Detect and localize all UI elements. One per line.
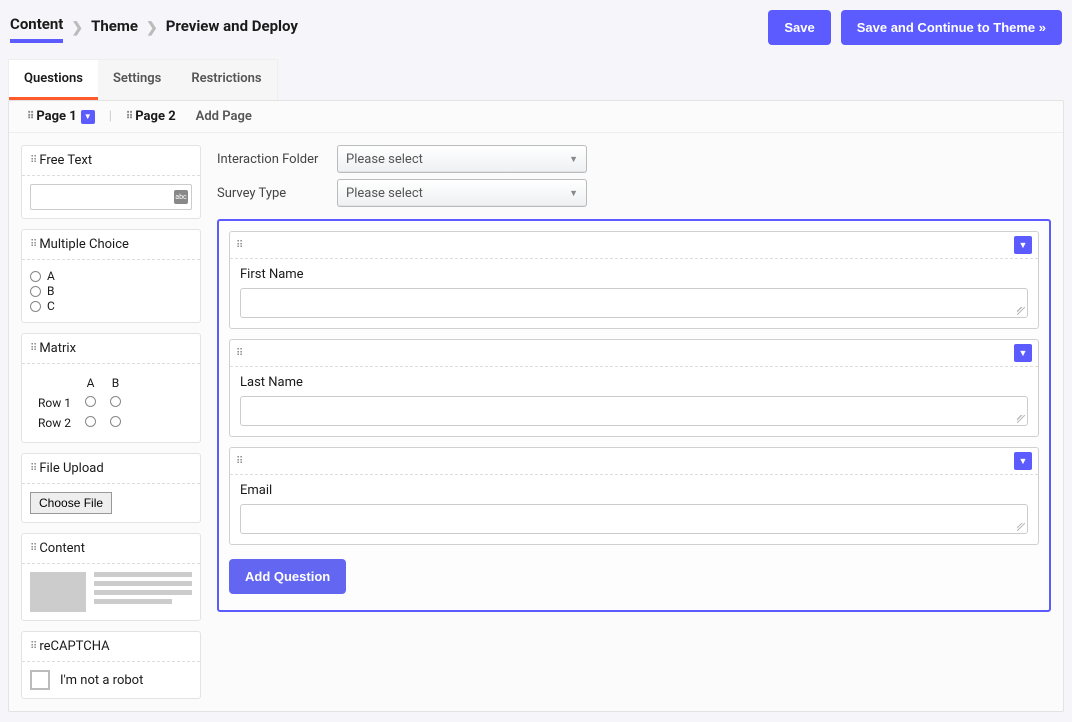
palette-item-title: Matrix — [39, 341, 76, 356]
recaptcha-label: I'm not a robot — [60, 673, 143, 688]
form-area: Interaction Folder Please select ▼ Surve… — [217, 145, 1051, 699]
breadcrumbs: Content ❯ Theme ❯ Preview and Deploy — [10, 13, 298, 43]
page-tab-menu-button[interactable]: ▼ — [81, 110, 95, 124]
workspace: Page 1 ▼ | Page 2 Add Page Free Text abc — [8, 100, 1064, 712]
palette-item-title: reCAPTCHA — [39, 639, 109, 654]
palette-recaptcha[interactable]: reCAPTCHA I'm not a robot — [21, 631, 201, 699]
tab-settings[interactable]: Settings — [98, 60, 176, 100]
page-tab-label: Page 1 — [36, 109, 76, 124]
survey-config: Interaction Folder Please select ▼ Surve… — [217, 145, 1051, 207]
breadcrumb-theme[interactable]: Theme — [91, 15, 138, 41]
drag-handle-icon[interactable] — [30, 463, 35, 474]
content-tabs: Questions Settings Restrictions — [8, 59, 278, 100]
separator: | — [103, 109, 118, 124]
chevron-down-icon: ▼ — [569, 154, 578, 165]
drag-handle-icon[interactable] — [126, 111, 131, 122]
page-tab-label: Page 2 — [135, 109, 175, 124]
interaction-folder-label: Interaction Folder — [217, 152, 327, 167]
radio-icon — [110, 416, 121, 427]
palette-content[interactable]: Content — [21, 533, 201, 621]
question-menu-button[interactable]: ▼ — [1014, 452, 1032, 470]
chevron-down-icon: ▼ — [569, 188, 578, 199]
question-menu-button[interactable]: ▼ — [1014, 344, 1032, 362]
radio-icon — [30, 271, 41, 282]
select-value: Please select — [346, 186, 423, 201]
content-preview — [30, 572, 192, 612]
radio-icon — [85, 396, 96, 407]
survey-type-select[interactable]: Please select ▼ — [337, 179, 587, 207]
save-and-continue-button[interactable]: Save and Continue to Theme » — [841, 10, 1062, 45]
question-answer-input[interactable] — [240, 396, 1028, 426]
question-menu-button[interactable]: ▼ — [1014, 236, 1032, 254]
question-label: Last Name — [230, 367, 1038, 396]
add-page-button[interactable]: Add Page — [184, 109, 252, 124]
option-label: A — [47, 269, 55, 283]
select-value: Please select — [346, 152, 423, 167]
recaptcha-checkbox[interactable] — [30, 670, 50, 690]
top-buttons: Save Save and Continue to Theme » — [768, 10, 1062, 45]
matrix-col: B — [104, 374, 127, 392]
question-answer-input[interactable] — [240, 504, 1028, 534]
question-first-name[interactable]: ▼ First Name — [229, 231, 1039, 329]
question-label: Email — [230, 475, 1038, 504]
palette-item-title: Content — [39, 541, 85, 556]
placeholder-image-icon — [30, 572, 86, 612]
tab-questions[interactable]: Questions — [9, 60, 98, 100]
interaction-folder-select[interactable]: Please select ▼ — [337, 145, 587, 173]
drag-handle-icon[interactable] — [236, 240, 241, 251]
palette-multiple-choice[interactable]: Multiple Choice A B C — [21, 229, 201, 323]
drag-handle-icon[interactable] — [30, 155, 35, 166]
matrix-col: A — [79, 374, 102, 392]
drag-handle-icon[interactable] — [30, 239, 35, 250]
drag-handle-icon[interactable] — [27, 111, 32, 122]
question-last-name[interactable]: ▼ Last Name — [229, 339, 1039, 437]
matrix-row: Row 2 — [32, 414, 77, 432]
free-text-preview-input: abc — [30, 184, 192, 210]
radio-icon — [110, 396, 121, 407]
question-answer-input[interactable] — [240, 288, 1028, 318]
question-canvas[interactable]: ▼ First Name ▼ Last Name ▼ — [217, 219, 1051, 612]
chevron-right-icon: ❯ — [71, 20, 83, 36]
page-tab-1[interactable]: Page 1 ▼ — [21, 107, 101, 126]
radio-icon — [30, 301, 41, 312]
choose-file-button[interactable]: Choose File — [30, 492, 112, 514]
palette-item-title: Free Text — [39, 153, 92, 168]
breadcrumb-content[interactable]: Content — [10, 13, 63, 43]
tab-restrictions[interactable]: Restrictions — [176, 60, 276, 100]
option-label: C — [47, 299, 55, 313]
drag-handle-icon[interactable] — [236, 456, 241, 467]
drag-handle-icon[interactable] — [30, 641, 35, 652]
page-tabs: Page 1 ▼ | Page 2 Add Page — [9, 101, 1063, 133]
option-label: B — [47, 284, 54, 298]
question-label: First Name — [230, 259, 1038, 288]
palette-matrix[interactable]: Matrix A B Row 1 Row — [21, 333, 201, 443]
drag-handle-icon[interactable] — [30, 343, 35, 354]
palette-item-title: File Upload — [39, 461, 103, 476]
drag-handle-icon[interactable] — [30, 543, 35, 554]
palette-item-title: Multiple Choice — [39, 237, 129, 252]
radio-icon — [30, 286, 41, 297]
question-palette: Free Text abc Multiple Choice A B C — [21, 145, 201, 699]
palette-free-text[interactable]: Free Text abc — [21, 145, 201, 219]
survey-type-label: Survey Type — [217, 186, 327, 201]
save-button[interactable]: Save — [768, 10, 830, 45]
question-email[interactable]: ▼ Email — [229, 447, 1039, 545]
radio-icon — [85, 416, 96, 427]
drag-handle-icon[interactable] — [236, 348, 241, 359]
palette-file-upload[interactable]: File Upload Choose File — [21, 453, 201, 523]
matrix-row: Row 1 — [32, 394, 77, 412]
chevron-right-icon: ❯ — [146, 20, 158, 36]
matrix-preview: A B Row 1 Row 2 — [30, 372, 129, 434]
top-bar: Content ❯ Theme ❯ Preview and Deploy Sav… — [0, 0, 1072, 49]
text-mode-icon: abc — [174, 190, 188, 204]
breadcrumb-preview-deploy[interactable]: Preview and Deploy — [166, 15, 298, 41]
page-tab-2[interactable]: Page 2 — [120, 107, 182, 126]
add-question-button[interactable]: Add Question — [229, 559, 346, 594]
